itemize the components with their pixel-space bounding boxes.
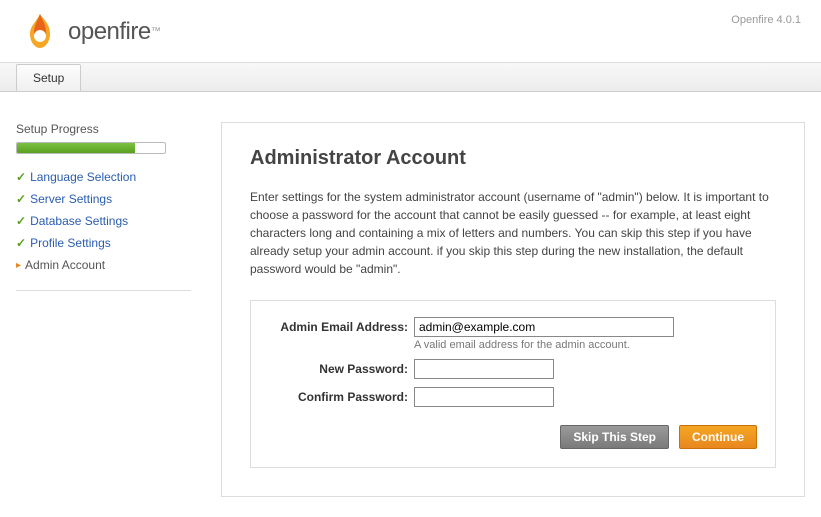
tab-bar: Setup [0, 62, 821, 92]
confirm-password-field[interactable] [414, 387, 554, 407]
page-title: Administrator Account [250, 147, 776, 170]
header: openfire™ Openfire 4.0.1 [0, 0, 821, 62]
step-database[interactable]: ✓Database Settings [16, 210, 191, 232]
check-icon: ✓ [16, 236, 26, 250]
email-hint: A valid email address for the admin acco… [414, 339, 674, 351]
version-label: Openfire 4.0.1 [731, 14, 801, 26]
form-box: Admin Email Address: A valid email addre… [250, 300, 776, 468]
step-server[interactable]: ✓Server Settings [16, 188, 191, 210]
check-icon: ✓ [16, 192, 26, 206]
product-name: openfire™ [68, 18, 161, 46]
step-profile[interactable]: ✓Profile Settings [16, 232, 191, 254]
check-icon: ✓ [16, 170, 26, 184]
arrow-icon: ▸ [16, 260, 21, 271]
step-language[interactable]: ✓Language Selection [16, 166, 191, 188]
confirmpw-label: Confirm Password: [269, 387, 414, 404]
content-panel: Administrator Account Enter settings for… [221, 122, 805, 497]
check-icon: ✓ [16, 214, 26, 228]
page-description: Enter settings for the system administra… [250, 188, 776, 278]
email-field[interactable] [414, 317, 674, 337]
skip-button[interactable]: Skip This Step [560, 425, 669, 449]
email-label: Admin Email Address: [269, 317, 414, 334]
continue-button[interactable]: Continue [679, 425, 757, 449]
flame-icon [20, 10, 60, 54]
progress-fill [17, 143, 135, 153]
step-admin-current: ▸Admin Account [16, 254, 191, 276]
tab-setup[interactable]: Setup [16, 64, 81, 91]
logo: openfire™ [20, 10, 161, 54]
sidebar-title: Setup Progress [16, 122, 191, 136]
progress-bar [16, 142, 166, 154]
divider [16, 290, 191, 291]
new-password-field[interactable] [414, 359, 554, 379]
sidebar: Setup Progress ✓Language Selection ✓Serv… [16, 122, 191, 497]
step-list: ✓Language Selection ✓Server Settings ✓Da… [16, 166, 191, 276]
newpw-label: New Password: [269, 359, 414, 376]
